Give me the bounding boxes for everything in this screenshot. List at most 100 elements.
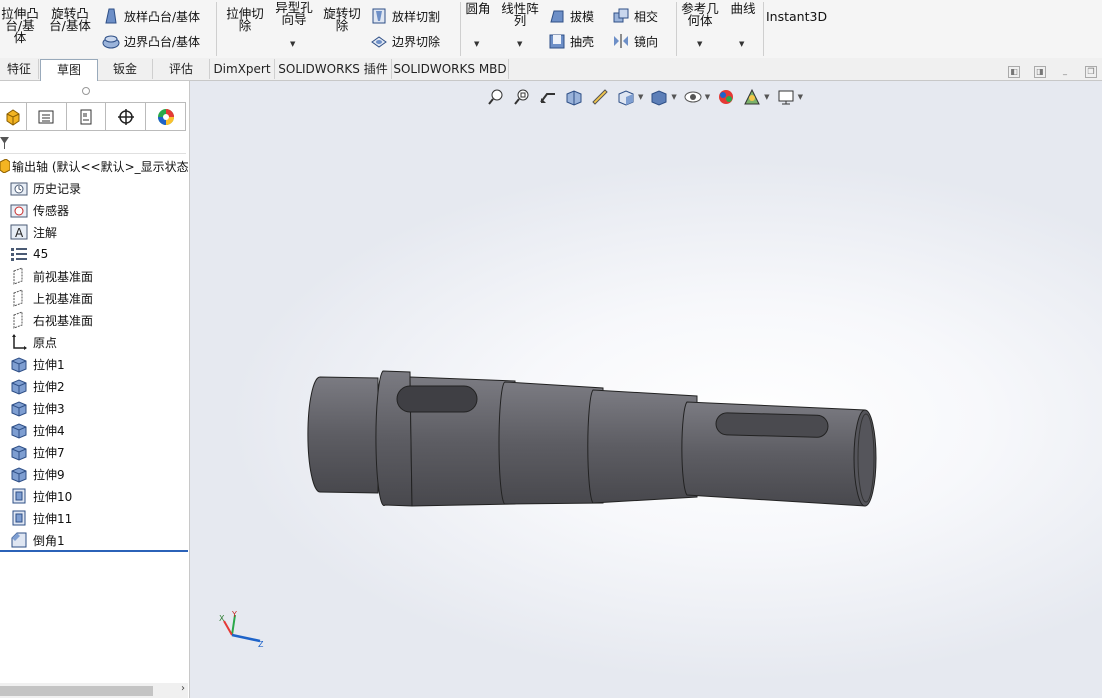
graphics-area[interactable]: ▼ ▼ ▼ ▼ ▼ Y X Z <box>190 81 1102 698</box>
tree-item-chamfer1[interactable]: 倒角1 <box>10 530 65 550</box>
reference-geometry-button[interactable]: 参考几何体 <box>680 1 720 28</box>
tab-solidworks-mbd[interactable]: SOLIDWORKS MBD <box>392 59 509 79</box>
tree-root-part[interactable]: 输出轴 (默认<<默认>_显示状态 <box>0 156 189 176</box>
mirror-button[interactable]: 镜向 <box>612 32 658 50</box>
shell-button[interactable]: 抽壳 <box>548 32 594 50</box>
scroll-right-arrow-icon[interactable]: › <box>181 683 185 694</box>
draft-button[interactable]: 拔模 <box>548 7 594 25</box>
intersect-button[interactable]: 相交 <box>612 7 658 25</box>
configuration-manager-tab[interactable] <box>67 103 107 130</box>
tab-dimxpert[interactable]: DimXpert <box>210 59 275 79</box>
tree-item-extrude10[interactable]: 拉伸10 <box>10 486 72 506</box>
scrollbar-thumb[interactable] <box>0 686 153 696</box>
curves-button[interactable]: 曲线 <box>728 2 758 15</box>
reference-geometry-label: 参考几何体 <box>681 1 719 28</box>
tab-solidworks-addins-label: SOLIDWORKS 插件 <box>278 62 388 76</box>
minimize-icon[interactable]: _ <box>1060 66 1070 76</box>
tree-item-label: 拉伸1 <box>33 357 65 372</box>
shell-label: 抽壳 <box>570 34 595 49</box>
keyway-slot <box>396 385 478 413</box>
triad-x-axis <box>223 620 233 636</box>
boundary-boss-button[interactable]: 边界凸台/基体 <box>102 32 200 50</box>
shaft-segment <box>307 376 379 494</box>
display-manager-tab[interactable] <box>146 103 186 130</box>
tree-item-label: 注解 <box>33 225 58 240</box>
plane-icon <box>10 311 28 329</box>
property-manager-tab[interactable] <box>27 103 67 130</box>
curves-dropdown-icon[interactable]: ▼ <box>739 40 744 48</box>
crosshair-icon <box>117 108 134 125</box>
plane-icon <box>10 267 28 285</box>
tile-left-icon[interactable]: ◧ <box>1008 66 1020 78</box>
dimxpert-manager-tab[interactable] <box>106 103 147 130</box>
tree-filter-bar[interactable] <box>0 133 186 154</box>
linear-pattern-dropdown-icon[interactable]: ▼ <box>517 40 522 48</box>
loft-cut-button[interactable]: 放样切割 <box>370 7 440 25</box>
loft-boss-label: 放样凸台/基体 <box>124 9 201 24</box>
tree-item-extrude4[interactable]: 拉伸4 <box>10 420 65 440</box>
tree-item-extrude7[interactable]: 拉伸7 <box>10 442 65 462</box>
triad-x-label: X <box>219 614 225 623</box>
rollback-bar[interactable] <box>0 550 188 552</box>
panel-collapse-handle[interactable] <box>82 87 90 95</box>
loft-boss-button[interactable]: 放样凸台/基体 <box>102 7 200 25</box>
tab-sheet-metal[interactable]: 钣金 <box>98 59 153 79</box>
loft-cut-icon <box>372 8 386 24</box>
extrude-feature-icon <box>10 355 28 373</box>
tree-item-extrude1[interactable]: 拉伸1 <box>10 354 65 374</box>
tree-item-label: 拉伸2 <box>33 379 65 394</box>
boundary-boss-icon <box>102 35 120 49</box>
loft-cut-label: 放样切割 <box>392 9 441 24</box>
restore-icon[interactable]: ❐ <box>1085 66 1097 78</box>
tree-item-history[interactable]: 历史记录 <box>10 178 81 198</box>
tree-item-top-plane[interactable]: 上视基准面 <box>10 288 93 308</box>
feature-manager-tab[interactable] <box>0 103 27 130</box>
hole-wizard-dropdown-icon[interactable]: ▼ <box>290 40 295 48</box>
extrude-feature-icon <box>10 377 28 395</box>
revolve-boss-label: 旋转凸台/基体 <box>49 6 91 33</box>
tree-item-origin[interactable]: 原点 <box>10 332 57 352</box>
tree-item-sensors[interactable]: 传感器 <box>10 200 69 220</box>
tree-item-material[interactable]: 45 <box>10 244 48 264</box>
extrude-boss-button[interactable]: 拉伸凸台/基体 <box>0 7 40 44</box>
draft-icon <box>550 10 564 23</box>
command-manager-ribbon: 拉伸凸台/基体 旋转凸台/基体 放样凸台/基体 边界凸台/基体 拉伸切除 异型孔… <box>0 0 1102 59</box>
fillet-button[interactable]: 圆角 <box>464 2 492 15</box>
tree-item-extrude2[interactable]: 拉伸2 <box>10 376 65 396</box>
tree-item-label: 拉伸10 <box>33 489 73 504</box>
tree-item-label: 右视基准面 <box>33 313 94 328</box>
revolve-cut-button[interactable]: 旋转切除 <box>320 7 364 32</box>
instant3d-button[interactable]: Instant3D <box>766 10 827 23</box>
tab-features[interactable]: 特征 <box>0 59 39 79</box>
tree-item-label: 历史记录 <box>33 181 82 196</box>
tree-item-label: 拉伸4 <box>33 423 65 438</box>
tree-item-front-plane[interactable]: 前视基准面 <box>10 266 93 286</box>
triad-z-axis <box>231 633 261 643</box>
linear-pattern-button[interactable]: 线性阵列 <box>498 2 542 27</box>
tree-item-extrude9[interactable]: 拉伸9 <box>10 464 65 484</box>
boundary-boss-label: 边界凸台/基体 <box>124 34 201 49</box>
ribbon-separator <box>676 2 677 56</box>
filter-icon[interactable] <box>0 136 10 150</box>
svg-text:A: A <box>15 226 24 240</box>
tile-right-icon[interactable]: ◨ <box>1034 66 1046 78</box>
boundary-cut-button[interactable]: 边界切除 <box>370 32 440 50</box>
tree-item-right-plane[interactable]: 右视基准面 <box>10 310 93 330</box>
tree-item-label: 原点 <box>33 335 58 350</box>
tree-item-label: 倒角1 <box>33 533 65 548</box>
tree-item-extrude3[interactable]: 拉伸3 <box>10 398 65 418</box>
tree-item-annotations[interactable]: A 注解 <box>10 222 57 242</box>
hole-wizard-button[interactable]: 异型孔向导 <box>272 1 316 26</box>
panel-horizontal-scrollbar[interactable]: › <box>0 683 188 698</box>
tab-sketch[interactable]: 草图 <box>40 59 98 81</box>
tab-solidworks-addins[interactable]: SOLIDWORKS 插件 <box>275 59 392 79</box>
tab-evaluate-label: 评估 <box>168 62 193 76</box>
shaft-3d-model[interactable] <box>190 81 1102 698</box>
cut-feature-icon <box>10 509 28 527</box>
revolve-boss-button[interactable]: 旋转凸台/基体 <box>48 6 92 33</box>
tab-evaluate[interactable]: 评估 <box>153 59 210 79</box>
tree-item-extrude11[interactable]: 拉伸11 <box>10 508 72 528</box>
fillet-dropdown-icon[interactable]: ▼ <box>474 40 479 48</box>
extrude-cut-button[interactable]: 拉伸切除 <box>222 7 268 32</box>
reference-geometry-dropdown-icon[interactable]: ▼ <box>697 40 702 48</box>
